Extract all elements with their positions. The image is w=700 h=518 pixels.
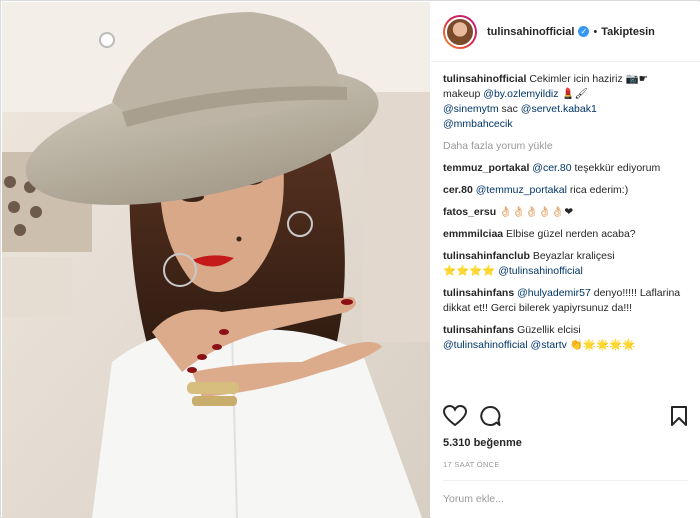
action-bar [443,405,688,429]
comment-item: fatos_ersu 👌🏻👌🏻👌🏻👌🏻👌🏻❤ [443,205,688,220]
load-more-comments-link[interactable]: Daha fazla yorum yükle [443,140,688,152]
follow-status-button[interactable]: Takiptesin [601,26,655,38]
star-emoji-icon: ⭐⭐⭐⭐ [443,265,496,277]
comment-tag-startv[interactable]: @startv [531,339,567,351]
instagram-post: tulinsahinofficial ✓ • Takiptesin tulins… [0,0,700,518]
header-separator: • [593,25,598,38]
speech-bubble-icon[interactable] [479,405,501,427]
comment-text: 👌🏻👌🏻👌🏻👌🏻👌🏻❤ [499,206,574,218]
caption-username[interactable]: tulinsahinofficial [443,73,526,85]
comment-text: Beyazlar kraliçesi [532,250,615,262]
header-username[interactable]: tulinsahinofficial [487,26,574,38]
post-header: tulinsahinofficial ✓ • Takiptesin [431,2,700,62]
post-timestamp: 17 SAAT ÖNCE [443,460,500,469]
caption-text-sac: sac [501,103,518,115]
add-comment-input[interactable]: Yorum ekle... [443,480,688,505]
comment-username[interactable]: cer.80 [443,184,473,196]
caption-tag-makeup[interactable]: @by.ozlemyildiz [483,88,558,100]
comment-text: rica ederim:) [569,184,629,196]
comment-text: Güzellik elcisi [517,324,581,336]
comment-item: tulinsahinfans @hulyademir57 denyo!!!!! … [443,286,688,316]
comment-username[interactable]: tulinsahinfans [443,324,514,336]
caption-tag-servet[interactable]: @servet.kabak1 [521,103,597,115]
avatar[interactable] [443,14,477,49]
heart-icon[interactable] [443,405,467,427]
comment-item: cer.80 @temmuz_portakal rica ederim:) [443,183,688,198]
caption-tag-sinemytm[interactable]: @sinemytm [443,103,499,115]
comment-username[interactable]: temmuz_portakal [443,162,529,174]
comment-tag[interactable]: @cer.80 [532,162,571,174]
comments-list: tulinsahinofficial Cekimler icin haziriz… [443,72,688,360]
comment-text: Elbise güzel nerden acaba? [506,228,636,240]
comment-tag[interactable]: @tulinsahinofficial [498,265,583,277]
comment-username[interactable]: fatos_ersu [443,206,496,218]
comment-username[interactable]: tulinsahinfans [443,287,514,299]
post-photo[interactable] [2,2,430,518]
comment-emoji: 👏🌟🌟🌟🌟 [569,339,636,351]
comment-username[interactable]: tulinsahinfanclub [443,250,530,262]
comment-tag[interactable]: @hulyademir57 [517,287,591,299]
comment-tag[interactable]: @tulinsahinofficial [443,339,528,351]
likes-count[interactable]: 5.310 beğenme [443,437,522,449]
post-side-panel: tulinsahinofficial ✓ • Takiptesin tulins… [431,2,700,518]
comment-item: emmmilciaa Elbise güzel nerden acaba? [443,227,688,242]
bookmark-icon[interactable] [670,405,688,427]
comment-tag[interactable]: @temmuz_portakal [476,184,567,196]
comment-item: temmuz_portakal @cer.80 teşekkür ediyoru… [443,161,688,176]
comment-text: teşekkür ediyorum [574,162,661,174]
verified-badge-icon: ✓ [578,26,590,37]
comment-item: tulinsahinfans Güzellik elcisi @tulinsah… [443,323,688,353]
comment-item: tulinsahinfanclub Beyazlar kraliçesi ⭐⭐⭐… [443,249,688,279]
caption: tulinsahinofficial Cekimler icin haziriz… [443,72,688,132]
caption-tag-mmbahcecik[interactable]: @mmbahcecik [443,118,513,130]
comment-username[interactable]: emmmilciaa [443,228,503,240]
caption-emoji: 💄🖌 [561,88,588,100]
